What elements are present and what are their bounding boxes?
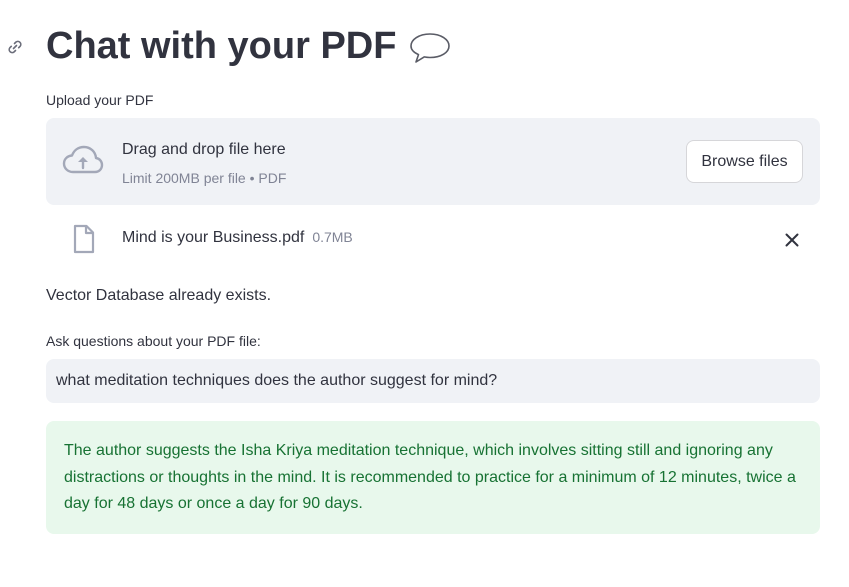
answer-alert: The author suggests the Isha Kriya medit… (46, 421, 820, 534)
page-title-text: Chat with your PDF (46, 25, 397, 67)
cloud-upload-icon (62, 144, 104, 178)
close-icon[interactable] (780, 228, 804, 252)
status-message: Vector Database already exists. (46, 287, 272, 304)
dropzone-title: Drag and drop file here (122, 141, 286, 158)
question-label: Ask questions about your PDF file: (46, 333, 261, 349)
uploader-label: Upload your PDF (46, 92, 154, 108)
page-title: Chat with your PDF (46, 22, 452, 70)
speech-balloon-icon (408, 29, 452, 63)
browse-files-button[interactable]: Browse files (686, 140, 803, 183)
link-icon[interactable] (5, 37, 25, 57)
uploaded-file-item: Mind is your Business.pdf 0.7MB (46, 218, 820, 258)
dropzone-hint: Limit 200MB per file • PDF (122, 170, 287, 186)
answer-text: The author suggests the Isha Kriya medit… (64, 442, 796, 512)
file-dropzone[interactable]: Drag and drop file here Limit 200MB per … (46, 118, 820, 205)
file-name: Mind is your Business.pdf (122, 229, 305, 246)
file-icon (72, 224, 96, 254)
question-input[interactable] (46, 359, 820, 403)
file-name-group: Mind is your Business.pdf 0.7MB (122, 227, 353, 248)
file-size: 0.7MB (312, 229, 353, 245)
